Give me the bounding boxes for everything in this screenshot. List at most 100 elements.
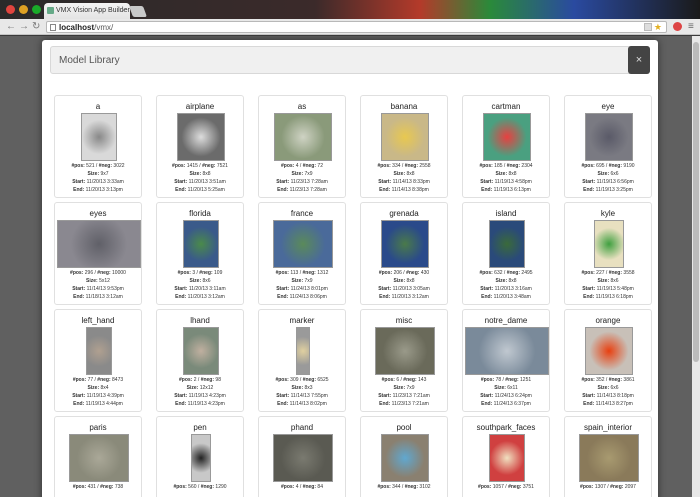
model-card[interactable]: eye #pos: 695 / #neg: 9190 Size: 6x6 Start:… xyxy=(564,95,652,198)
neg-label: #neg: xyxy=(200,377,215,383)
pos-value: 4 xyxy=(295,484,299,490)
model-thumbnail[interactable] xyxy=(183,327,219,375)
new-tab-button[interactable] xyxy=(128,6,148,17)
size-value: 8x8 xyxy=(202,171,211,177)
model-meta-line: Start: 11/14/13 8:33pm xyxy=(361,179,447,185)
scrollbar-thumb[interactable] xyxy=(693,42,699,362)
size-label: Size: xyxy=(291,171,304,177)
model-thumbnail[interactable] xyxy=(69,434,129,482)
model-card[interactable]: banana #pos: 334 / #neg: 2558 Size: 8x8 Sta… xyxy=(360,95,448,198)
model-thumbnail[interactable] xyxy=(483,113,531,161)
pos-value: 2 xyxy=(193,377,197,383)
tab-close-icon[interactable]: × xyxy=(121,6,126,15)
model-meta-line: End: 11/18/13 3:12am xyxy=(55,294,141,300)
model-card[interactable]: pool #pos: 344 / #neg: 3102 xyxy=(360,416,448,497)
start-value: 11/19/13 4:23pm xyxy=(188,393,226,399)
model-card[interactable]: florida #pos: 3 / #neg: 109 Size: 8x6 Start… xyxy=(156,202,244,305)
browser-tab[interactable]: VMX Vision App Builder × xyxy=(44,3,130,19)
model-card[interactable]: phand #pos: 4 / #neg: 84 xyxy=(258,416,346,497)
model-card[interactable]: left_hand #pos: 77 / #neg: 8473 Size: 8x4 S… xyxy=(54,309,142,412)
model-meta-line: Size: 7x9 xyxy=(259,278,345,284)
modal-close-button[interactable]: × xyxy=(628,46,650,74)
model-meta-line: #pos: 632 / #neg: 2495 xyxy=(479,270,533,276)
neg-label: #neg: xyxy=(505,377,519,383)
size-value: 8x8 xyxy=(406,278,415,284)
model-thumbnail[interactable] xyxy=(375,327,435,375)
model-thumbnail[interactable] xyxy=(585,113,633,161)
model-meta-line: End: 11/14/13 8:27pm xyxy=(565,401,651,407)
model-thumbnail[interactable] xyxy=(86,327,112,375)
model-card[interactable]: airplane #pos: 1415 / #neg: 7521 Size: 8x8… xyxy=(156,95,244,198)
model-card[interactable]: misc #pos: 6 / #neg: 143 Size: 7x9 Start: 1… xyxy=(360,309,448,412)
model-card[interactable]: grenada #pos: 206 / #neg: 430 Size: 8x8 Sta… xyxy=(360,202,448,305)
neg-label: #neg: xyxy=(202,163,216,169)
model-thumbnail[interactable] xyxy=(381,434,429,482)
model-card[interactable]: paris #pos: 431 / #neg: 738 xyxy=(54,416,142,497)
pos-value: 334 xyxy=(392,163,401,169)
end-label: End: xyxy=(277,294,289,300)
model-card[interactable]: island #pos: 632 / #neg: 2495 Size: 8x8 Sta… xyxy=(462,202,550,305)
model-meta-line: Start: 11/20/13 3:33am xyxy=(55,179,141,185)
model-card[interactable]: southpark_faces #pos: 1057 / #neg: 3751 xyxy=(462,416,550,497)
start-label: Start: xyxy=(174,393,188,399)
pos-value: 6 xyxy=(396,377,400,383)
page-scrollbar[interactable] xyxy=(692,36,700,497)
model-card[interactable]: marker #pos: 309 / #neg: 6525 Size: 8x3 Sta… xyxy=(258,309,346,412)
reload-icon[interactable]: ↻ xyxy=(32,21,40,32)
model-thumbnail[interactable] xyxy=(274,113,332,161)
model-meta-line: Start: 11/19/13 4:23pm xyxy=(157,393,243,399)
model-card[interactable]: france #pos: 113 / #neg: 1312 Size: 7x9 Sta… xyxy=(258,202,346,305)
window-zoom-button[interactable] xyxy=(32,5,41,14)
model-meta-line: Start: 11/19/13 4:39pm xyxy=(55,393,141,399)
model-thumbnail[interactable] xyxy=(381,220,429,268)
model-thumbnail[interactable] xyxy=(489,434,525,482)
start-value: 11/14/13 8:18pm xyxy=(596,393,634,399)
model-card[interactable]: kyle #pos: 227 / #neg: 3558 Size: 8x6 Start… xyxy=(564,202,652,305)
forward-arrow-icon[interactable]: → xyxy=(19,21,29,32)
address-bar[interactable]: localhost/vmx/ ★ xyxy=(46,21,667,33)
size-value: 6x6 xyxy=(610,385,619,391)
model-thumbnail[interactable] xyxy=(489,220,525,268)
model-card[interactable]: lhand #pos: 2 / #neg: 98 Size: 12x12 Start:… xyxy=(156,309,244,412)
menu-icon[interactable]: ≡ xyxy=(688,21,694,32)
model-meta-line: #pos: 521 / #neg: 3022 xyxy=(71,163,125,169)
model-thumbnail[interactable] xyxy=(183,220,219,268)
model-thumbnail[interactable] xyxy=(273,220,333,268)
window-minimize-button[interactable] xyxy=(19,5,28,14)
model-card[interactable]: spain_interior #pos: 1307 / #neg: 2097 xyxy=(564,416,652,497)
model-thumbnail[interactable] xyxy=(579,434,639,482)
model-meta-line: Start: 11/20/13 3:05am xyxy=(361,286,447,292)
model-meta-line: Size: 7x9 xyxy=(259,171,345,177)
back-arrow-icon[interactable]: ← xyxy=(6,21,16,32)
model-card[interactable]: notre_dame #pos: 78 / #neg: 1251 Size: 6x1… xyxy=(462,309,550,412)
model-thumbnail[interactable] xyxy=(177,113,225,161)
bookmark-star-icon[interactable]: ★ xyxy=(654,22,662,33)
model-thumbnail[interactable] xyxy=(273,434,333,482)
model-card[interactable]: eyes #pos: 296 / #neg: 10000 Size: 5x12 Sta… xyxy=(54,202,142,305)
model-thumbnail[interactable] xyxy=(191,434,211,482)
model-name: banana xyxy=(390,102,418,111)
model-card[interactable]: as #pos: 4 / #neg: 72 Size: 7x9 Start: 11/2… xyxy=(258,95,346,198)
model-thumbnail[interactable] xyxy=(465,327,549,375)
pos-label: #pos: xyxy=(479,163,493,169)
start-label: Start: xyxy=(174,286,188,292)
size-label: Size: xyxy=(189,278,202,284)
window-close-button[interactable] xyxy=(6,5,15,14)
user-profile-icon[interactable] xyxy=(673,22,682,31)
size-label: Size: xyxy=(291,385,304,391)
model-meta-line: End: 11/24/13 6:37pm xyxy=(463,401,549,407)
model-thumbnail[interactable] xyxy=(585,327,633,375)
model-meta-line: Size: 8x8 xyxy=(361,171,447,177)
start-value: 11/20/13 3:33am xyxy=(86,179,124,185)
model-thumbnail[interactable] xyxy=(81,113,117,161)
extension-icon[interactable] xyxy=(644,23,652,31)
model-card[interactable]: pen #pos: 560 / #neg: 1290 xyxy=(156,416,244,497)
model-thumbnail[interactable] xyxy=(381,113,429,161)
model-thumbnail[interactable] xyxy=(296,327,310,375)
model-card[interactable]: cartman #pos: 185 / #neg: 2304 Size: 8x8 St… xyxy=(462,95,550,198)
model-thumbnail[interactable] xyxy=(594,220,624,268)
model-thumbnail[interactable] xyxy=(57,220,141,268)
model-card[interactable]: a #pos: 521 / #neg: 3022 Size: 9x7 Start: 1… xyxy=(54,95,142,198)
model-card[interactable]: orange #pos: 352 / #neg: 3861 Size: 6x6 Sta… xyxy=(564,309,652,412)
pos-label: #pos: xyxy=(581,163,595,169)
